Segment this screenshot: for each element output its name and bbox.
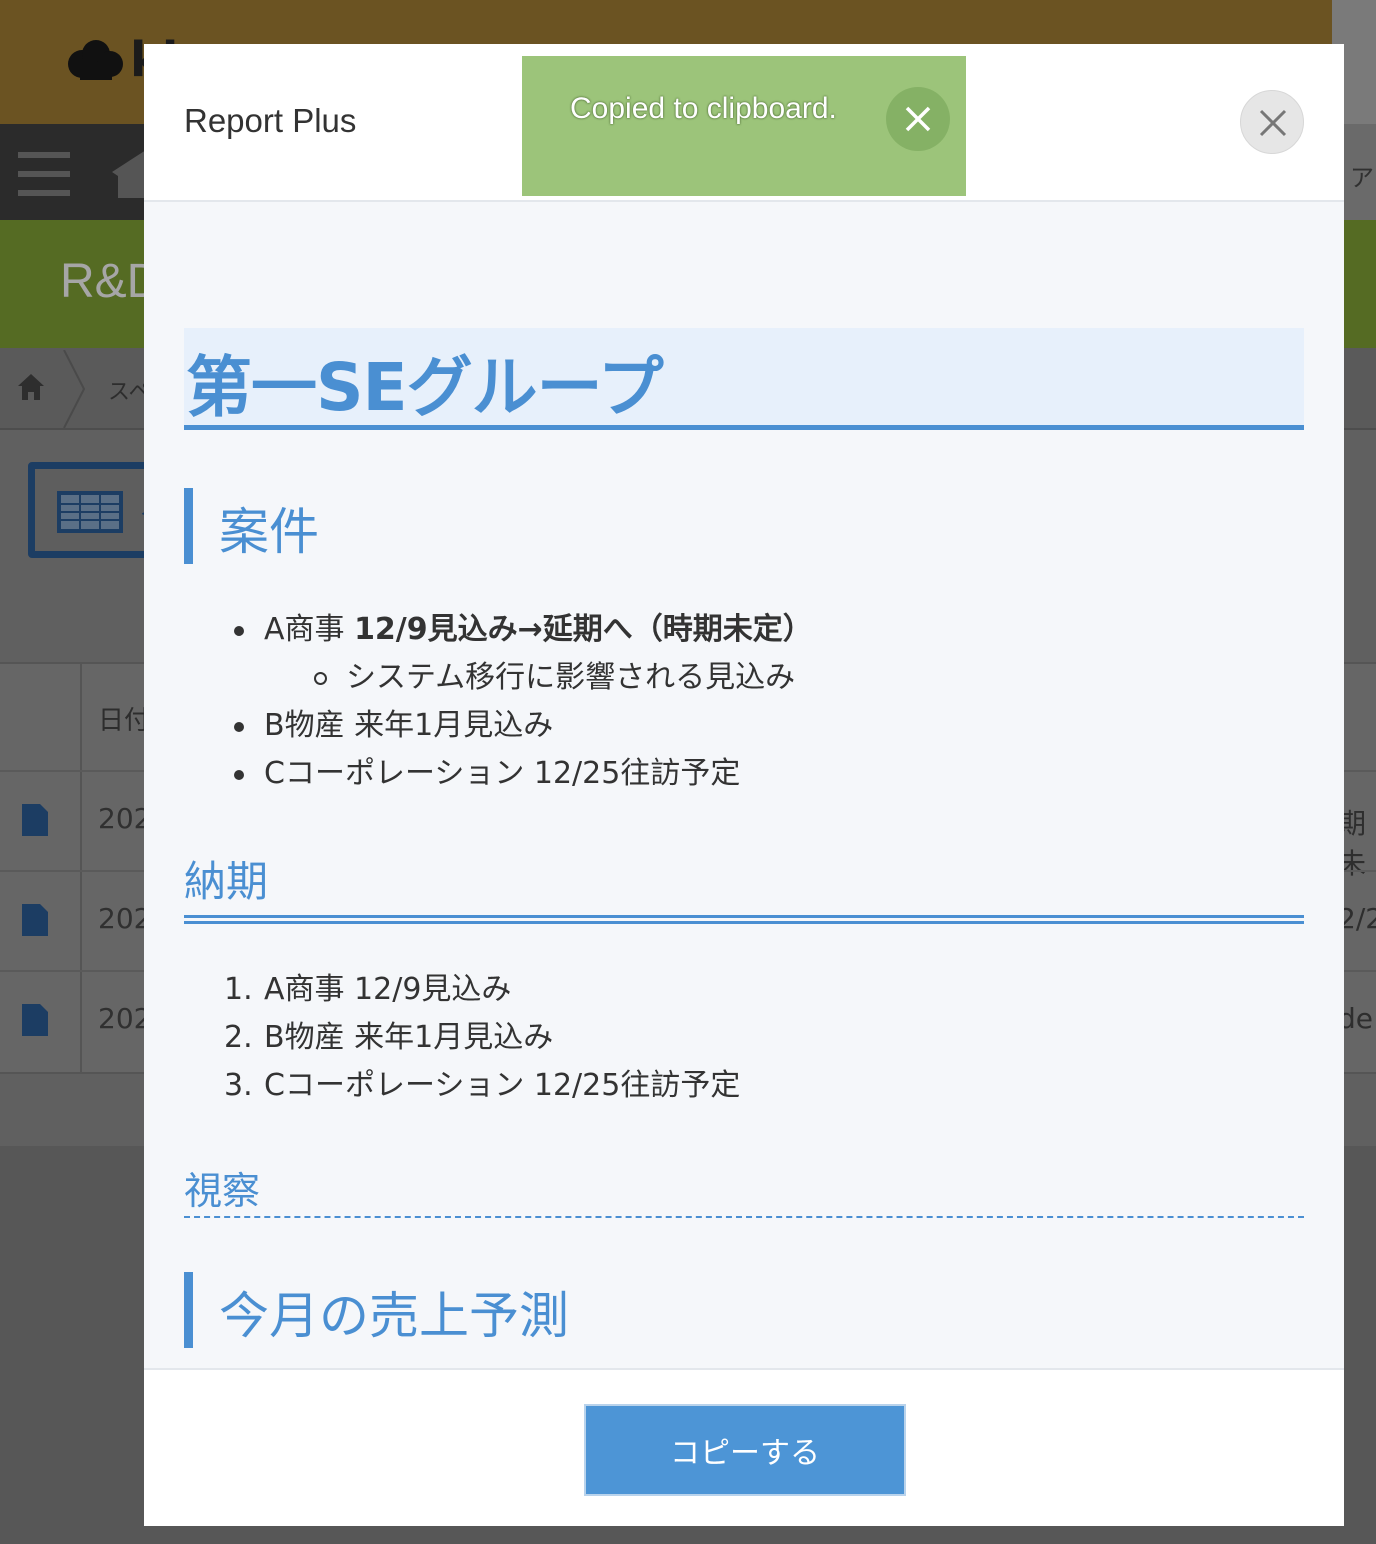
- heading-4: 視察: [184, 1160, 1304, 1218]
- heading-2: 案件: [184, 488, 784, 564]
- list-item-bold: 12/9見込み→延期へ（時期未定）: [354, 612, 813, 647]
- heading-2-text: 案件: [219, 503, 319, 561]
- sub-list: システム移行に影響される見込み: [312, 654, 813, 702]
- hamburger-menu-icon[interactable]: [18, 150, 70, 198]
- bullet-icon: [234, 626, 244, 636]
- list-item: Cコーポレーション 12/25往訪予定: [230, 750, 813, 798]
- app-nav-right-text: ア: [1350, 164, 1374, 192]
- sub-list-item-text: システム移行に影響される見込み: [346, 660, 796, 695]
- heading-2-text: 今月の売上予測: [219, 1287, 569, 1345]
- modal-close-button[interactable]: [1240, 90, 1304, 154]
- numbered-item-text: Cコーポレーション 12/25往訪予定: [264, 1068, 741, 1103]
- toast-notification: Copied to clipboard.: [522, 56, 966, 196]
- list-item-text: B物産 来年1月見込み: [264, 708, 554, 743]
- heading-2: 今月の売上予測: [184, 1272, 784, 1348]
- list-item: A商事 12/9見込み→延期へ（時期未定） システム移行に影響される見込み: [230, 606, 813, 702]
- document-icon: [22, 1004, 48, 1036]
- item-number: 3.: [224, 1068, 253, 1103]
- modal-title: Report Plus: [184, 102, 357, 139]
- bullet-icon: [234, 770, 244, 780]
- modal-footer: コピーする: [144, 1368, 1344, 1526]
- numbered-item: 3. Cコーポレーション 12/25往訪予定: [224, 1062, 740, 1110]
- toast-message: Copied to clipboard.: [570, 92, 837, 125]
- list-item-text: Cコーポレーション 12/25往訪予定: [264, 756, 741, 791]
- home-icon[interactable]: [112, 150, 146, 198]
- breadcrumb-home-icon[interactable]: [16, 372, 46, 402]
- numbered-item-text: B物産 来年1月見込み: [264, 1020, 554, 1055]
- numbered-list: 1. A商事 12/9見込み 2. B物産 来年1月見込み 3. Cコーポレーシ…: [224, 966, 740, 1110]
- bullet-list: A商事 12/9見込み→延期へ（時期未定） システム移行に影響される見込み B物…: [230, 606, 813, 798]
- report-preview: 第一SEグループ 案件 A商事 12/9見込み→延期へ（時期未定） システム移行…: [144, 202, 1344, 1368]
- list-item: B物産 来年1月見込み: [230, 702, 813, 750]
- close-icon: [905, 106, 931, 132]
- hollow-bullet-icon: [314, 672, 327, 685]
- numbered-item-text: A商事 12/9見込み: [264, 972, 512, 1007]
- item-number: 1.: [224, 972, 253, 1007]
- heading-3: 納期: [184, 848, 1304, 924]
- numbered-item: 2. B物産 来年1月見込み: [224, 1014, 740, 1062]
- item-number: 2.: [224, 1020, 253, 1055]
- list-item-prefix: A商事: [264, 612, 355, 647]
- heading-4-text: 視察: [184, 1169, 261, 1213]
- close-icon: [1259, 109, 1287, 137]
- toast-close-button[interactable]: [886, 87, 950, 151]
- heading-1: 第一SEグループ: [184, 328, 1304, 430]
- numbered-item: 1. A商事 12/9見込み: [224, 966, 740, 1014]
- table-grid-icon: [57, 491, 123, 533]
- document-icon: [22, 904, 48, 936]
- sub-list-item: システム移行に影響される見込み: [312, 654, 813, 702]
- heading-1-text: 第一SEグループ: [186, 349, 664, 426]
- document-icon: [22, 804, 48, 836]
- report-plus-modal: Report Plus 第一SEグループ 案件 A商事 12/9見込み→延期へ（…: [144, 44, 1344, 1526]
- bullet-icon: [234, 722, 244, 732]
- heading-3-text: 納期: [184, 857, 269, 906]
- cloud-logo-icon: [68, 40, 123, 80]
- copy-button[interactable]: コピーする: [584, 1404, 906, 1496]
- table-header-date: 日付: [98, 706, 151, 736]
- breadcrumb-chevron-icon: [63, 350, 86, 428]
